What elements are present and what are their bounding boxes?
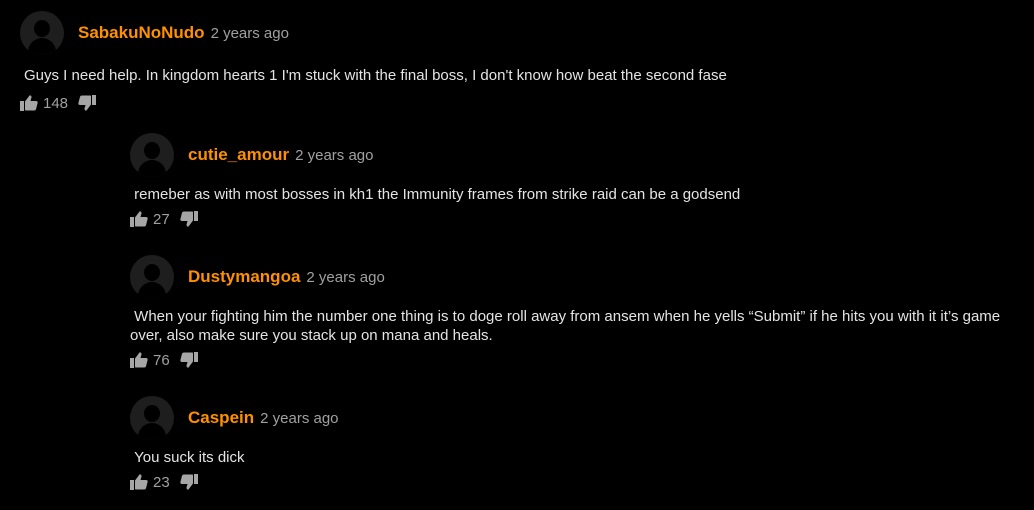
thumbs-up-icon[interactable] bbox=[20, 95, 38, 111]
thumbs-down-icon[interactable] bbox=[180, 211, 198, 227]
user-silhouette-icon[interactable] bbox=[130, 133, 174, 177]
user-silhouette-icon[interactable] bbox=[20, 11, 64, 55]
thumbs-up-icon[interactable] bbox=[130, 211, 148, 227]
comment-votes: 76 bbox=[130, 351, 1010, 369]
thumbs-down-icon[interactable] bbox=[78, 95, 97, 111]
thumbs-down-icon[interactable] bbox=[180, 352, 198, 368]
user-silhouette-icon[interactable] bbox=[130, 255, 174, 299]
comment-votes: 148 bbox=[20, 94, 1020, 112]
comment-header: Dustymangoa 2 years ago bbox=[130, 255, 1010, 299]
like-count: 23 bbox=[153, 473, 170, 491]
comment-votes: 23 bbox=[130, 473, 1010, 491]
reply-item: Dustymangoa 2 years ago When your fighti… bbox=[130, 255, 1010, 369]
reply-item: cutie_amour 2 years ago remeber as with … bbox=[130, 133, 1010, 228]
comment-text: You suck its dick bbox=[130, 449, 245, 466]
comment-header: cutie_amour 2 years ago bbox=[130, 133, 1010, 177]
comment-timestamp: 2 years ago bbox=[306, 268, 385, 286]
like-count: 76 bbox=[153, 351, 170, 369]
thumbs-down-icon[interactable] bbox=[180, 474, 198, 490]
comment-text: Guys I need help. In kingdom hearts 1 I'… bbox=[24, 67, 727, 84]
thumbs-up-icon[interactable] bbox=[130, 352, 148, 368]
comment-timestamp: 2 years ago bbox=[260, 409, 339, 427]
comment-header: Caspein 2 years ago bbox=[130, 396, 1010, 440]
comment-username[interactable]: cutie_amour bbox=[188, 145, 289, 165]
comment-timestamp: 2 years ago bbox=[210, 24, 289, 42]
comment-header: SabakuNoNudo 2 years ago bbox=[20, 11, 1020, 55]
comment-username[interactable]: SabakuNoNudo bbox=[78, 23, 205, 43]
thumbs-up-icon[interactable] bbox=[130, 474, 148, 490]
comment-username[interactable]: Dustymangoa bbox=[188, 267, 300, 287]
comment-text: remeber as with most bosses in kh1 the I… bbox=[130, 186, 741, 203]
like-count: 148 bbox=[43, 94, 69, 112]
comment-username[interactable]: Caspein bbox=[188, 408, 254, 428]
comment-item: SabakuNoNudo 2 years ago Guys I need hel… bbox=[20, 11, 1020, 112]
like-count: 27 bbox=[153, 210, 170, 228]
comment-votes: 27 bbox=[130, 210, 1010, 228]
comment-text: When your fighting him the number one th… bbox=[130, 308, 1005, 344]
reply-item: Caspein 2 years ago You suck its dick 23 bbox=[130, 396, 1010, 491]
user-silhouette-icon[interactable] bbox=[130, 396, 174, 440]
comment-timestamp: 2 years ago bbox=[295, 146, 374, 164]
